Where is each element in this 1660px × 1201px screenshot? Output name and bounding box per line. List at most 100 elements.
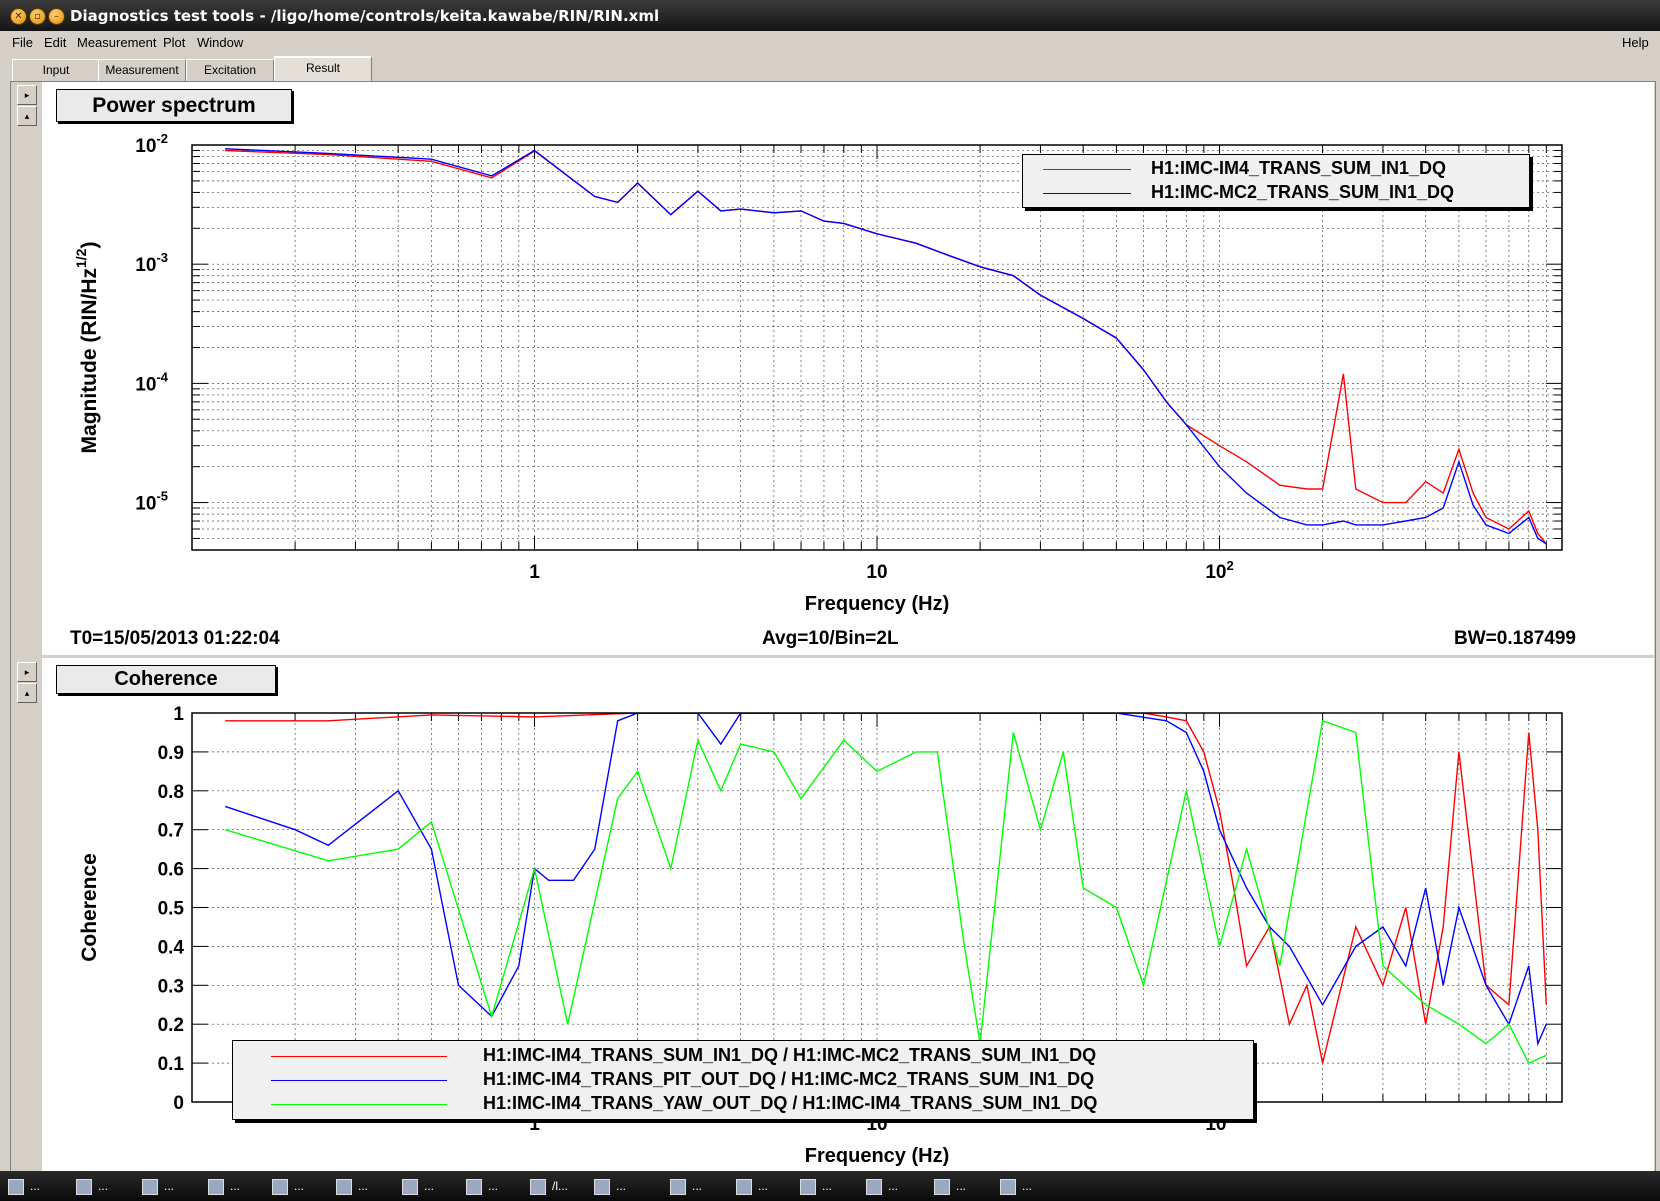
taskbar-item-label: ... bbox=[488, 1179, 499, 1193]
bw-label: BW=0.187499 bbox=[1454, 628, 1576, 649]
y-tick-label: 0.3 bbox=[158, 976, 184, 997]
taskbar-item-label: ... bbox=[956, 1179, 967, 1193]
window-icon bbox=[272, 1178, 288, 1195]
window-title: Diagnostics test tools - /ligo/home/cont… bbox=[70, 7, 660, 25]
coherence-title: Coherence bbox=[56, 665, 276, 694]
taskbar-item-label: ... bbox=[294, 1179, 305, 1193]
panel1-collapse-button[interactable]: ▴ bbox=[17, 106, 37, 126]
y-tick-label: 0.4 bbox=[158, 937, 185, 958]
panel1-expand-button[interactable]: ▸ bbox=[17, 85, 37, 105]
taskbar-item-label: ... bbox=[822, 1179, 833, 1193]
y-tick-label: 10-3 bbox=[135, 250, 168, 276]
tab-measurement[interactable]: Measurement bbox=[98, 59, 186, 81]
y-tick-label: 0.7 bbox=[158, 821, 184, 842]
taskbar-item-1[interactable]: ... bbox=[76, 1175, 108, 1197]
window-icon bbox=[8, 1178, 24, 1195]
minimize-window-button[interactable]: – bbox=[48, 8, 65, 25]
minimize-icon: – bbox=[54, 11, 59, 22]
taskbar-item-10[interactable]: ... bbox=[670, 1175, 702, 1197]
panel2-collapse-button[interactable]: ▴ bbox=[17, 683, 37, 703]
taskbar-item-7[interactable]: ... bbox=[466, 1175, 498, 1197]
taskbar-item-12[interactable]: ... bbox=[800, 1175, 832, 1197]
close-window-button[interactable]: ✕ bbox=[10, 8, 27, 25]
y-tick-label: 10-5 bbox=[135, 489, 168, 515]
tab-result[interactable]: Result bbox=[274, 56, 372, 82]
y-tick-label: 0.9 bbox=[158, 743, 184, 764]
panel2-expand-button[interactable]: ▸ bbox=[17, 662, 37, 682]
legend-entry-pit-coherence: H1:IMC-IM4_TRANS_PIT_OUT_DQ / H1:IMC-MC2… bbox=[233, 1068, 1253, 1092]
maximize-icon: ▫ bbox=[34, 11, 41, 22]
x-axis-title: Frequency (Hz) bbox=[805, 593, 949, 615]
power-spectrum-legend: H1:IMC-IM4_TRANS_SUM_IN1_DQ H1:IMC-MC2_T… bbox=[1022, 154, 1530, 208]
avg-bin-label: Avg=10/Bin=2L bbox=[762, 628, 899, 649]
maximize-window-button[interactable]: ▫ bbox=[29, 8, 46, 25]
tab-input[interactable]: Input bbox=[12, 59, 100, 81]
triangle-right-icon: ▸ bbox=[24, 667, 30, 677]
taskbar-item-2[interactable]: ... bbox=[142, 1175, 174, 1197]
taskbar-item-label: ... bbox=[758, 1179, 769, 1193]
taskbar-item-label: ... bbox=[230, 1179, 241, 1193]
taskbar-item-label: ... bbox=[616, 1179, 627, 1193]
menu-measurement[interactable]: Measurement bbox=[77, 35, 156, 50]
taskbar-item-label: ... bbox=[98, 1179, 109, 1193]
legend-label: H1:IMC-IM4_TRANS_SUM_IN1_DQ bbox=[1151, 158, 1447, 178]
y-tick-label: 0.1 bbox=[158, 1054, 185, 1075]
series-line-2 bbox=[224, 719, 1547, 1065]
window-icon bbox=[670, 1178, 686, 1195]
menu-edit[interactable]: Edit bbox=[44, 35, 66, 50]
legend-label: H1:IMC-IM4_TRANS_PIT_OUT_DQ / H1:IMC-MC2… bbox=[483, 1069, 1095, 1089]
power-spectrum-title: Power spectrum bbox=[56, 89, 292, 122]
taskbar-item-6[interactable]: ... bbox=[402, 1175, 434, 1197]
tab-excitation[interactable]: Excitation bbox=[186, 59, 274, 81]
x-tick-label: 10 bbox=[866, 562, 887, 583]
y-tick-label: 0.8 bbox=[158, 782, 184, 803]
window-icon bbox=[76, 1178, 92, 1195]
taskbar-item-label: ... bbox=[1022, 1179, 1033, 1193]
y-axis-title: Coherence bbox=[78, 853, 101, 962]
taskbar-item-5[interactable]: ... bbox=[336, 1175, 368, 1197]
window-icon bbox=[142, 1178, 158, 1195]
y-tick-label: 0.5 bbox=[158, 899, 185, 920]
y-axis-title: Magnitude (RIN/Hz1/2) bbox=[73, 242, 101, 454]
triangle-up-icon: ▴ bbox=[24, 688, 30, 698]
menu-plot[interactable]: Plot bbox=[163, 35, 185, 50]
taskbar-item-9[interactable]: ... bbox=[594, 1175, 626, 1197]
window-icon bbox=[466, 1178, 482, 1195]
legend-line-blue bbox=[1043, 193, 1131, 194]
menu-window[interactable]: Window bbox=[197, 35, 243, 50]
y-tick-label: 0.2 bbox=[158, 1015, 184, 1036]
taskbar-item-3[interactable]: ... bbox=[208, 1175, 240, 1197]
menu-file[interactable]: File bbox=[12, 35, 33, 50]
legend-entry-mc2-trans: H1:IMC-MC2_TRANS_SUM_IN1_DQ bbox=[1023, 181, 1529, 205]
t0-label: T0=15/05/2013 01:22:04 bbox=[70, 628, 280, 649]
menu-help[interactable]: Help bbox=[1622, 35, 1649, 50]
window-icon bbox=[594, 1178, 610, 1195]
taskbar-item-13[interactable]: ... bbox=[866, 1175, 898, 1197]
taskbar-item-0[interactable]: ... bbox=[8, 1175, 40, 1197]
y-tick-label: 0.6 bbox=[158, 860, 184, 881]
legend-line-red bbox=[1043, 169, 1131, 170]
y-tick-label: 10-4 bbox=[135, 369, 168, 395]
series-line-1 bbox=[224, 713, 1547, 1047]
window-icon bbox=[800, 1178, 816, 1195]
legend-line-blue bbox=[271, 1080, 447, 1081]
window-icon bbox=[208, 1178, 224, 1195]
triangle-up-icon: ▴ bbox=[24, 111, 30, 121]
legend-line-red bbox=[271, 1056, 447, 1057]
taskbar-item-8[interactable]: /l... bbox=[530, 1175, 568, 1197]
taskbar-item-label: ... bbox=[164, 1179, 175, 1193]
taskbar-item-label: ... bbox=[358, 1179, 369, 1193]
window-icon bbox=[736, 1178, 752, 1195]
taskbar-item-14[interactable]: ... bbox=[934, 1175, 966, 1197]
taskbar-item-15[interactable]: ... bbox=[1000, 1175, 1032, 1197]
y-tick-label: 1 bbox=[173, 704, 184, 725]
window-titlebar: ✕ ▫ – Diagnostics test tools - /ligo/hom… bbox=[0, 0, 1660, 31]
y-tick-label: 0 bbox=[173, 1093, 184, 1114]
window-icon bbox=[934, 1178, 950, 1195]
taskbar-item-label: ... bbox=[424, 1179, 435, 1193]
legend-label: H1:IMC-IM4_TRANS_YAW_OUT_DQ / H1:IMC-IM4… bbox=[483, 1093, 1098, 1113]
taskbar-item-11[interactable]: ... bbox=[736, 1175, 768, 1197]
coherence-legend: H1:IMC-IM4_TRANS_SUM_IN1_DQ / H1:IMC-MC2… bbox=[232, 1040, 1254, 1120]
series-line-0 bbox=[225, 713, 1547, 1064]
taskbar-item-4[interactable]: ... bbox=[272, 1175, 304, 1197]
